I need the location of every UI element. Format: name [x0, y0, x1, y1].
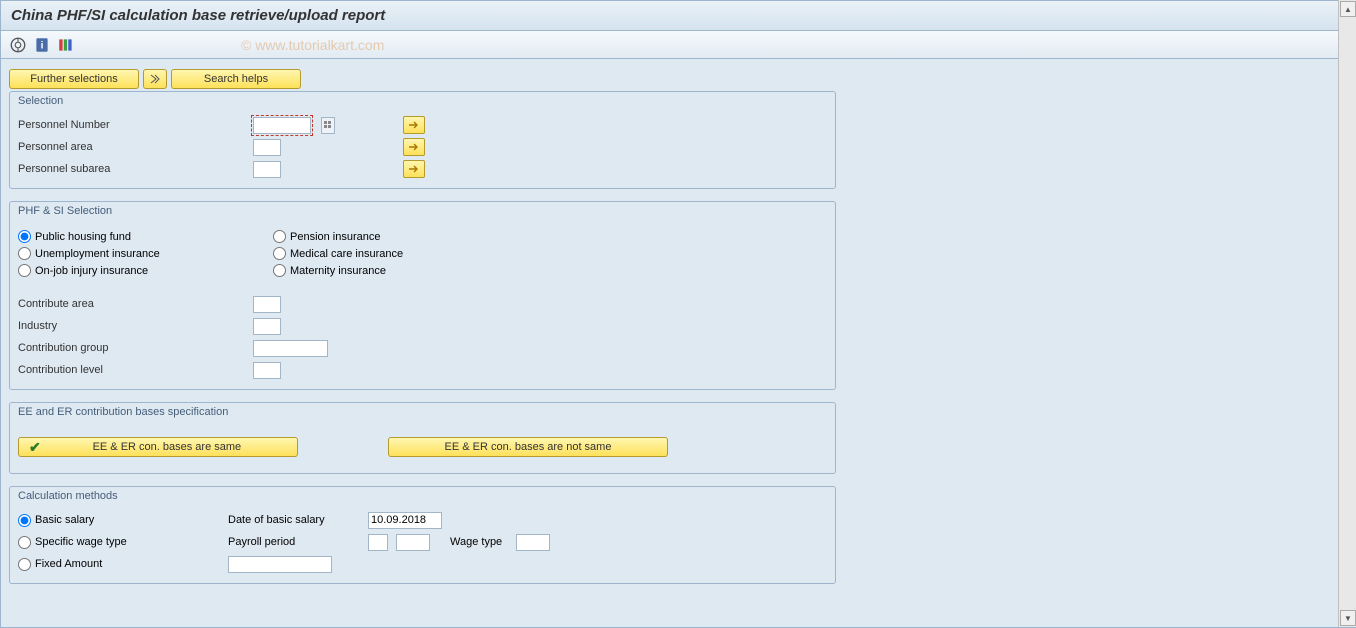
svg-text:i: i [41, 40, 44, 51]
personnel-subarea-label: Personnel subarea [18, 163, 253, 175]
contribute-area-label: Contribute area [18, 298, 253, 310]
radio-input[interactable] [273, 247, 286, 260]
contribution-level-input[interactable] [253, 362, 281, 379]
group-title: Selection [10, 92, 835, 110]
radio-pension[interactable]: Pension insurance [273, 230, 528, 243]
fixed-amount-input[interactable] [228, 556, 332, 573]
group-ee-er: EE and ER contribution bases specificati… [9, 402, 836, 474]
radio-unemployment[interactable]: Unemployment insurance [18, 247, 273, 260]
personnel-area-label: Personnel area [18, 141, 253, 153]
radio-input[interactable] [18, 230, 31, 243]
radio-input[interactable] [18, 264, 31, 277]
scroll-up-button[interactable]: ▲ [1340, 1, 1356, 17]
group-calculation-methods: Calculation methods Basic salary Date of… [9, 486, 836, 584]
personnel-number-input[interactable] [253, 117, 311, 134]
button-label: EE & ER con. bases are not same [445, 441, 612, 453]
date-of-basic-salary-input[interactable] [368, 512, 442, 529]
group-phf-si: PHF & SI Selection Public housing fund P… [9, 201, 836, 390]
info-icon[interactable]: i [33, 36, 51, 54]
radio-input[interactable] [273, 230, 286, 243]
search-helps-button[interactable]: Search helps [171, 69, 301, 89]
radio-injury[interactable]: On-job injury insurance [18, 264, 273, 277]
main-container: Further selections Search helps Selectio… [0, 59, 1356, 628]
top-button-row: Further selections Search helps [9, 69, 1347, 89]
contribute-area-input[interactable] [253, 296, 281, 313]
color-bars-icon[interactable] [57, 36, 75, 54]
radio-label: On-job injury insurance [35, 265, 148, 277]
button-label: EE & ER con. bases are same [47, 441, 287, 453]
personnel-subarea-input[interactable] [253, 161, 281, 178]
radio-label: Unemployment insurance [35, 248, 160, 260]
industry-label: Industry [18, 320, 253, 332]
radio-medical[interactable]: Medical care insurance [273, 247, 528, 260]
radio-maternity[interactable]: Maternity insurance [273, 264, 528, 277]
checkmark-icon: ✔ [29, 439, 41, 456]
radio-label: Pension insurance [290, 231, 381, 243]
ee-er-not-same-button[interactable]: EE & ER con. bases are not same [388, 437, 668, 457]
multiple-selection-button[interactable] [403, 160, 425, 178]
expand-arrow-button[interactable] [143, 69, 167, 89]
payroll-period-input-1[interactable] [368, 534, 388, 551]
multiple-selection-button[interactable] [403, 116, 425, 134]
page-title: China PHF/SI calculation base retrieve/u… [11, 7, 385, 24]
personnel-area-input[interactable] [253, 139, 281, 156]
vertical-scrollbar[interactable]: ▲ ▼ [1338, 0, 1356, 627]
payroll-period-input-2[interactable] [396, 534, 430, 551]
f4-help-icon[interactable] [321, 117, 335, 134]
radio-label: Medical care insurance [290, 248, 403, 260]
group-title: EE and ER contribution bases specificati… [10, 403, 835, 421]
radio-input[interactable] [273, 264, 286, 277]
ee-er-same-button[interactable]: ✔ EE & ER con. bases are same [18, 437, 298, 457]
radio-label: Fixed Amount [35, 558, 102, 570]
radio-fixed-amount[interactable] [18, 558, 31, 571]
contribution-group-label: Contribution group [18, 342, 253, 354]
scroll-down-button[interactable]: ▼ [1340, 610, 1356, 626]
radio-specific-wage-type[interactable] [18, 536, 31, 549]
content-area: Further selections Search helps Selectio… [1, 59, 1355, 627]
button-label: Search helps [204, 73, 268, 85]
radio-label: Basic salary [35, 514, 94, 526]
watermark-text: © www.tutorialkart.com [241, 37, 384, 53]
personnel-number-label: Personnel Number [18, 119, 253, 131]
radio-phf[interactable]: Public housing fund [18, 230, 273, 243]
group-selection: Selection Personnel Number [9, 91, 836, 189]
multiple-selection-button[interactable] [403, 138, 425, 156]
page-title-bar: China PHF/SI calculation base retrieve/u… [0, 0, 1356, 31]
radio-basic-salary[interactable] [18, 514, 31, 527]
radio-label: Specific wage type [35, 536, 127, 548]
payroll-period-label: Payroll period [228, 536, 368, 548]
execute-icon[interactable] [9, 36, 27, 54]
date-of-basic-salary-label: Date of basic salary [228, 514, 368, 526]
radio-label: Public housing fund [35, 231, 131, 243]
wage-type-input[interactable] [516, 534, 550, 551]
group-title: PHF & SI Selection [10, 202, 835, 220]
contribution-group-input[interactable] [253, 340, 328, 357]
application-toolbar: i © www.tutorialkart.com [0, 31, 1356, 59]
further-selections-button[interactable]: Further selections [9, 69, 139, 89]
button-label: Further selections [30, 73, 117, 85]
wage-type-label: Wage type [450, 536, 502, 548]
radio-label: Maternity insurance [290, 265, 386, 277]
group-title: Calculation methods [10, 487, 835, 505]
industry-input[interactable] [253, 318, 281, 335]
radio-input[interactable] [18, 247, 31, 260]
contribution-level-label: Contribution level [18, 364, 253, 376]
